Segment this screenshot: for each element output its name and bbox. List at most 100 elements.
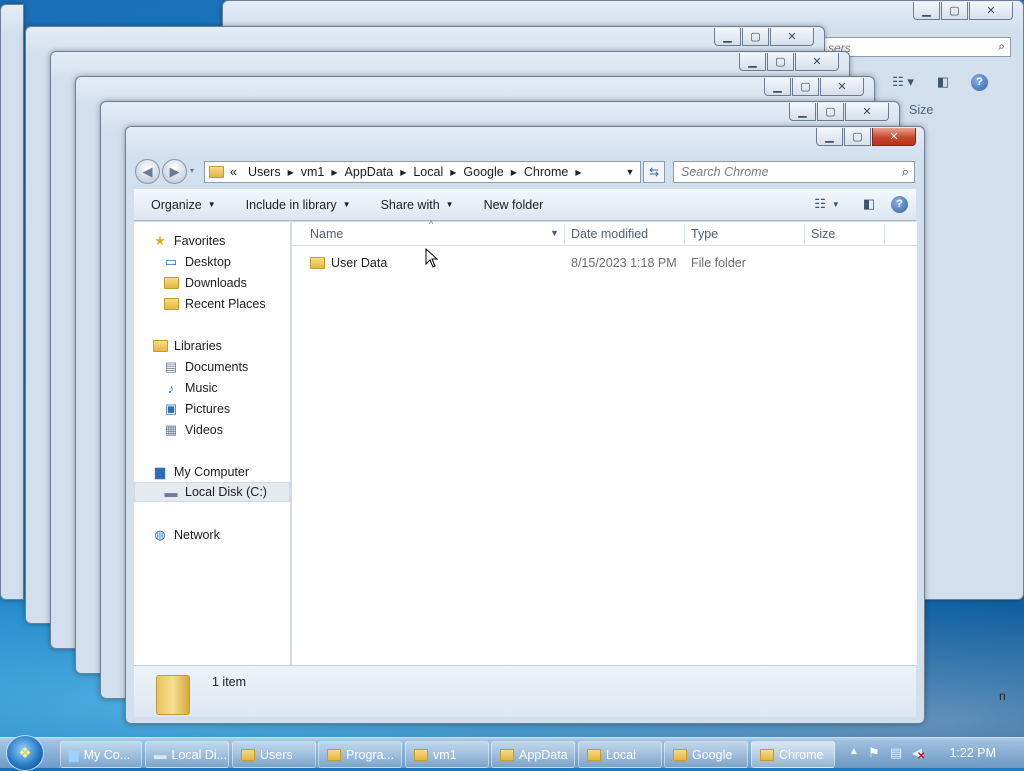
column-divider[interactable]: [804, 224, 805, 244]
taskbar-item-program-files[interactable]: Progra...: [318, 741, 402, 768]
breadcrumb-google[interactable]: Google: [456, 165, 510, 179]
taskbar-item-local-disk[interactable]: ▬ Local Di...: [145, 741, 229, 768]
maximize-button[interactable]: ▢: [742, 28, 769, 46]
nav-label: My Computer: [174, 465, 250, 479]
taskbar-item-users[interactable]: Users: [232, 741, 316, 768]
search-icon: ⌕: [998, 39, 1005, 53]
chevron-down-icon: ▼: [207, 200, 216, 209]
minimize-button[interactable]: ▁: [816, 128, 843, 146]
nav-local-disk[interactable]: ▬ Local Disk (C:): [134, 482, 290, 502]
new-folder-button[interactable]: New folder: [454, 198, 544, 212]
maximize-button[interactable]: ▢: [767, 53, 794, 71]
taskbar-item-local[interactable]: Local: [578, 741, 662, 768]
share-with-button[interactable]: Share with ▼: [351, 198, 454, 212]
show-hidden-icons-icon[interactable]: ▲: [849, 746, 859, 757]
column-name[interactable]: Name: [310, 227, 343, 241]
column-type[interactable]: Type: [691, 227, 718, 241]
forward-button[interactable]: ▶: [162, 159, 187, 184]
refresh-icon: ⇆: [648, 165, 660, 179]
start-button[interactable]: ❖: [6, 735, 44, 771]
maximize-button[interactable]: ▢: [792, 78, 819, 96]
nav-downloads[interactable]: Downloads: [163, 273, 247, 293]
file-row[interactable]: User Data 8/15/2023 1:18 PM File folder: [292, 254, 872, 274]
back-button[interactable]: ◀: [135, 159, 160, 184]
search-icon[interactable]: ⌕: [902, 164, 909, 180]
action-center-flag-icon[interactable]: ⚑: [868, 745, 880, 761]
taskbar-item-google[interactable]: Google: [664, 741, 748, 768]
help-icon[interactable]: ?: [891, 195, 908, 213]
organize-button[interactable]: Organize ▼: [134, 198, 216, 212]
taskbar-item-my-computer[interactable]: ▆ My Co...: [60, 741, 142, 768]
close-button[interactable]: ✕: [872, 128, 916, 146]
minimize-button[interactable]: ▁: [764, 78, 791, 96]
nav-videos[interactable]: ▦ Videos: [163, 420, 223, 440]
nav-my-computer[interactable]: ▆ My Computer: [152, 462, 249, 482]
search-input[interactable]: Search Chrome ⌕: [673, 161, 915, 183]
nav-libraries[interactable]: Libraries: [152, 336, 222, 356]
maximize-button[interactable]: ▢: [817, 103, 844, 121]
column-divider[interactable]: [884, 224, 885, 244]
preview-pane-icon[interactable]: ◧: [857, 193, 881, 215]
nav-recent-places[interactable]: Recent Places: [163, 294, 266, 314]
address-row: ◀ ▶ ▾ « Users ▶ vm1 ▶ AppData ▶ Local ▶ Goog…: [133, 157, 917, 187]
computer-icon: ▆: [155, 464, 165, 479]
nav-network[interactable]: ◍ Network: [152, 525, 220, 545]
address-dropdown-icon[interactable]: ▼: [620, 162, 640, 182]
minimize-button[interactable]: ▁: [739, 53, 766, 71]
libraries-icon: [152, 340, 168, 352]
network-status-icon[interactable]: ▤: [890, 745, 902, 761]
column-divider[interactable]: [564, 224, 565, 244]
nav-music[interactable]: ♪ Music: [163, 378, 218, 398]
music-icon: ♪: [167, 380, 175, 396]
nav-favorites[interactable]: ★ Favorites: [152, 231, 225, 251]
breadcrumb-users[interactable]: Users: [241, 165, 288, 179]
search-placeholder: Search Chrome: [681, 165, 769, 179]
breadcrumb-appdata[interactable]: AppData: [338, 165, 401, 179]
breadcrumb-local[interactable]: Local: [406, 165, 450, 179]
taskbar-item-chrome[interactable]: Chrome: [751, 741, 835, 768]
column-filter-chevron-icon[interactable]: ▼: [550, 228, 559, 238]
maximize-button[interactable]: ▢: [844, 128, 871, 146]
window-caption-buttons: ▁ ▢ ✕: [714, 28, 814, 47]
close-button[interactable]: ✕: [770, 28, 814, 46]
recent-pages-chevron-icon[interactable]: ▾: [190, 166, 194, 175]
close-button[interactable]: ✕: [795, 53, 839, 71]
include-in-library-button[interactable]: Include in library ▼: [216, 198, 351, 212]
taskbar-item-vm1[interactable]: vm1: [405, 741, 489, 768]
nav-label: Favorites: [174, 234, 226, 248]
column-size[interactable]: Size: [811, 227, 835, 241]
nav-pictures[interactable]: ▣ Pictures: [163, 399, 230, 419]
address-bar[interactable]: « Users ▶ vm1 ▶ AppData ▶ Local ▶ Google ▶ Ch…: [204, 161, 641, 183]
breadcrumb-arrow-icon[interactable]: ▶: [575, 168, 581, 177]
preview-pane-icon[interactable]: ◧: [931, 71, 955, 93]
background-window-2[interactable]: [0, 4, 24, 600]
help-icon[interactable]: ?: [971, 73, 988, 91]
address-overflow[interactable]: «: [224, 165, 241, 179]
column-divider[interactable]: [684, 224, 685, 244]
maximize-button[interactable]: ▢: [941, 2, 968, 20]
column-date-modified[interactable]: Date modified: [571, 227, 648, 241]
close-button[interactable]: ✕: [845, 103, 889, 121]
chevron-down-icon: ▼: [445, 200, 454, 209]
views-icon[interactable]: ☷ ▾: [891, 71, 915, 93]
nav-desktop[interactable]: ▭ Desktop: [163, 252, 231, 272]
close-button[interactable]: ✕: [969, 2, 1013, 20]
minimize-button[interactable]: ▁: [913, 2, 940, 20]
taskbar-item-appdata[interactable]: AppData: [491, 741, 575, 768]
nav-documents[interactable]: ▤ Documents: [163, 357, 248, 377]
nav-label: Pictures: [185, 402, 231, 416]
navigation-pane: ★ Favorites ▭ Desktop Downloads Recent Pla…: [134, 222, 291, 665]
refresh-button[interactable]: ⇆: [643, 161, 665, 183]
taskbar-item-label: Local: [606, 747, 636, 762]
breadcrumb-chrome[interactable]: Chrome: [517, 165, 575, 179]
folder-icon: [760, 748, 774, 761]
breadcrumb-vm1[interactable]: vm1: [294, 165, 332, 179]
clock[interactable]: 1:22 PM: [949, 746, 996, 760]
window-caption-buttons: ▁ ▢ ✕: [739, 53, 839, 72]
close-button[interactable]: ✕: [820, 78, 864, 96]
minimize-button[interactable]: ▁: [789, 103, 816, 121]
views-icon[interactable]: ☷ ▼: [807, 193, 847, 215]
minimize-button[interactable]: ▁: [714, 28, 741, 46]
window-caption-buttons: ▁ ▢ ✕: [816, 128, 916, 147]
explorer-window[interactable]: ▁ ▢ ✕ ◀ ▶ ▾ « Users ▶ vm1 ▶ AppData ▶ Local…: [125, 126, 925, 724]
